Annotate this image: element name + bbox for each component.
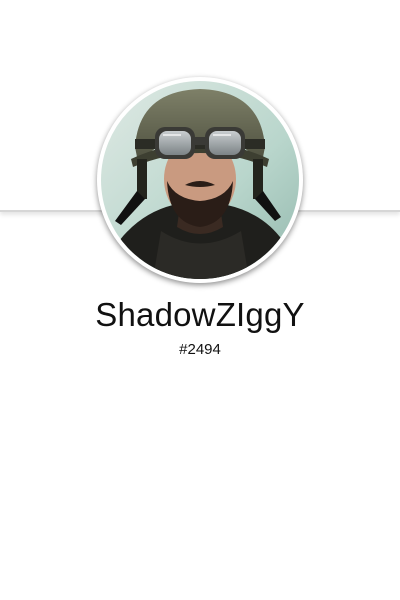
username: ShadowZIggY <box>95 296 305 333</box>
avatar-image <box>101 81 299 279</box>
profile-card: ShadowZIggY #2494 <box>0 0 400 600</box>
avatar[interactable] <box>101 81 299 279</box>
avatar-frame[interactable] <box>97 77 303 283</box>
user-discriminator: #2494 <box>179 341 221 358</box>
